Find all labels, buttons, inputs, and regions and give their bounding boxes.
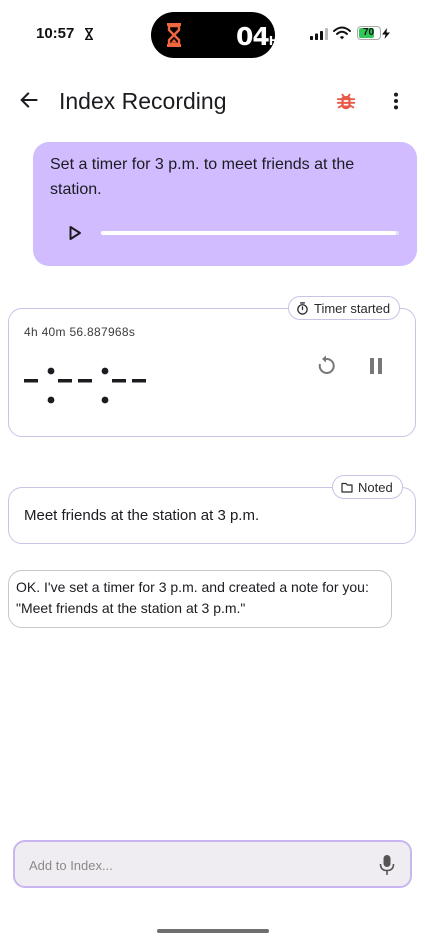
timer-elapsed: 4h 40m 56.887968s [24, 325, 136, 339]
app-bar: Index Recording [0, 76, 425, 126]
composer [13, 840, 412, 888]
timer-display: --:--:-- [24, 367, 146, 404]
island-countdown: 04H [236, 22, 279, 51]
stopwatch-icon [297, 301, 308, 315]
noted-badge: Noted [332, 475, 403, 499]
cellular-signal-icon [310, 28, 328, 40]
assistant-reply-text: OK. I've set a timer for 3 p.m. and crea… [16, 579, 369, 616]
back-arrow-icon[interactable] [18, 89, 40, 111]
add-to-index-input[interactable] [29, 855, 369, 875]
audio-progress-track[interactable] [101, 231, 399, 235]
wifi-icon [333, 26, 351, 40]
audio-progress-fill [101, 231, 397, 235]
status-bar: 10:57 04H 70 [0, 0, 425, 70]
hourglass-icon [85, 28, 93, 40]
user-voice-message: Set a timer for 3 p.m. to meet friends a… [33, 142, 417, 266]
note-text: Meet friends at the station at 3 p.m. [24, 507, 260, 524]
pause-icon[interactable] [365, 354, 387, 378]
battery-indicator: 70 [357, 26, 381, 40]
page-title: Index Recording [59, 88, 227, 114]
reset-icon[interactable] [314, 354, 338, 378]
folder-icon [341, 482, 353, 493]
timer-started-badge: Timer started [288, 296, 401, 320]
noted-badge-label: Noted [358, 479, 393, 495]
battery-level: 70 [362, 27, 375, 38]
countdown-unit: H [268, 34, 279, 48]
dynamic-island[interactable]: 04H [151, 12, 279, 58]
timer-badge-label: Timer started [314, 300, 391, 316]
countdown-value: 04 [236, 22, 270, 51]
more-vert-icon[interactable] [385, 90, 407, 112]
user-message-text: Set a timer for 3 p.m. to meet friends a… [50, 156, 355, 198]
play-icon[interactable] [67, 225, 83, 241]
charging-bolt-icon [382, 28, 390, 39]
microphone-icon[interactable] [379, 854, 395, 876]
timer-hourglass-icon [167, 23, 181, 47]
home-indicator[interactable] [157, 929, 269, 933]
status-time: 10:57 [36, 25, 75, 42]
bug-icon[interactable] [335, 90, 357, 112]
